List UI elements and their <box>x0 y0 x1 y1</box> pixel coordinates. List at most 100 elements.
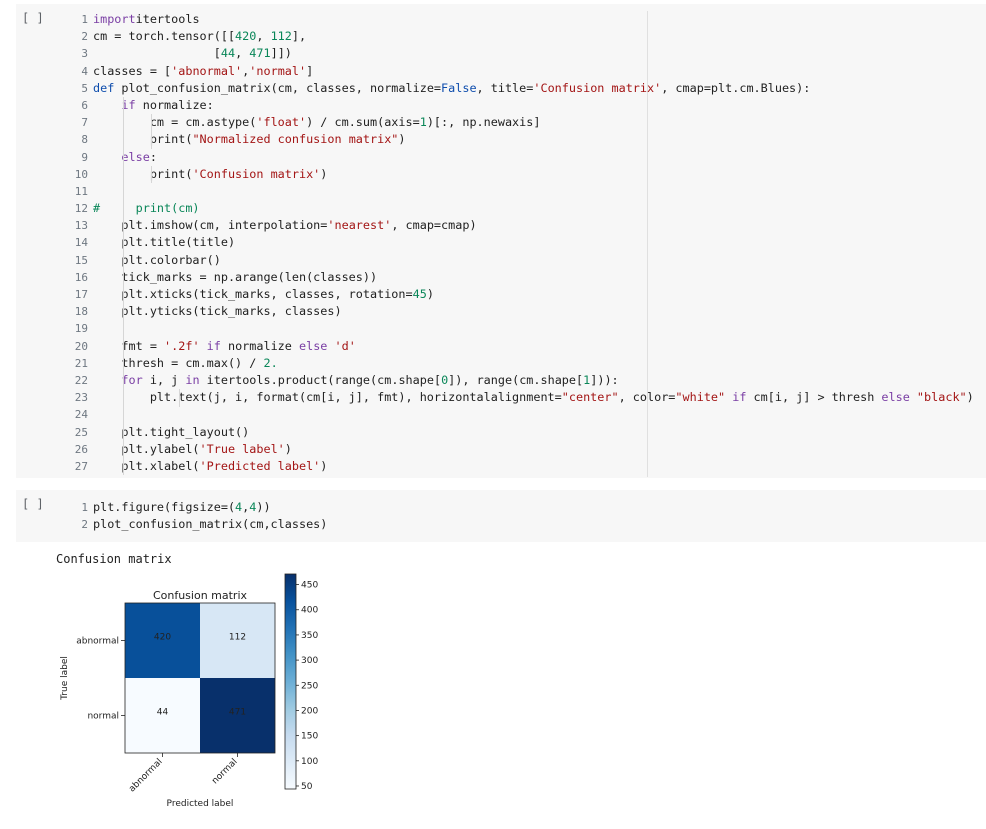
code-line: plot_confusion_matrix(cm,classes) <box>93 516 327 533</box>
code-editor[interactable]: importitertools cm = torch.tensor([[420, … <box>93 11 974 475</box>
code-token: def <box>93 80 115 95</box>
code-token: plot_confusion_matrix(cm, classes, norma… <box>114 80 442 95</box>
line-number: 5 <box>81 81 88 95</box>
line-number: 14 <box>74 236 88 250</box>
code-token: )[:, np.newaxis] <box>426 115 541 130</box>
code-token: classes = [ <box>93 63 172 78</box>
code-token: normalize: <box>135 97 214 112</box>
colorbar-tick-label: 450 <box>301 581 318 591</box>
code-token: 2. <box>263 355 278 370</box>
code-line: plt.text(j, i, format(cm[i, j], fmt), ho… <box>93 389 974 406</box>
colorbar-tick-label: 300 <box>301 656 318 666</box>
line-number: 2 <box>81 518 88 532</box>
code-token: in <box>185 372 200 387</box>
cell-value-label: 471 <box>229 708 246 718</box>
code-token: , <box>256 29 271 44</box>
code-line: def plot_confusion_matrix(cm, classes, n… <box>93 80 974 97</box>
code-token: plt.colorbar() <box>93 252 221 267</box>
chart-title: Confusion matrix <box>153 589 248 602</box>
line-number: 15 <box>74 253 88 267</box>
code-token: ]]) <box>270 46 292 61</box>
code-token: cm[i, j] > thresh <box>746 390 882 405</box>
code-token: if <box>725 390 747 405</box>
code-cell-1[interactable]: [ ] 1 2 3 4 5 6 7 8 9 10 11 12 13 14 15 16 17 18 19 20 21 22 2… <box>16 4 986 478</box>
colorbar-tick-label: 400 <box>301 606 318 616</box>
indent-guide <box>179 389 181 407</box>
line-number: 9 <box>81 150 88 164</box>
code-token: ) <box>320 458 328 473</box>
code-token: tick_marks = np.arange(len(classes)) <box>93 269 378 284</box>
code-token: 'd' <box>327 338 356 353</box>
indent-guide <box>150 165 152 183</box>
line-number: 19 <box>74 322 88 336</box>
colorbar-tick-label: 200 <box>301 706 318 716</box>
code-token: 'Confusion matrix' <box>533 80 662 95</box>
code-line: importitertools <box>93 11 974 28</box>
code-token: 'normal' <box>249 63 307 78</box>
code-editor[interactable]: plt.figure(figsize=(4,4)) plot_confusion_… <box>93 499 327 533</box>
code-line: else: <box>93 149 974 166</box>
code-token: 'Confusion matrix' <box>192 166 321 181</box>
code-token: print( <box>93 132 193 147</box>
code-token: cm = torch.tensor([[ <box>93 29 236 44</box>
line-number: 22 <box>74 373 88 387</box>
line-number: 2 <box>81 30 88 44</box>
code-cell-2[interactable]: [ ] 1 2 plt.figure(figsize=(4,4)) plot_con… <box>16 490 986 542</box>
line-number: 12 <box>74 202 88 216</box>
code-token: plt.tight_layout() <box>93 424 250 439</box>
line-number: 18 <box>74 305 88 319</box>
code-token: , color= <box>618 390 676 405</box>
code-line: plt.figure(figsize=(4,4)) <box>93 499 327 516</box>
code-token: print( <box>93 166 193 181</box>
code-token: ) <box>426 287 434 301</box>
code-token: "center" <box>561 390 619 405</box>
code-token: 'nearest' <box>327 218 392 233</box>
line-number: 1 <box>81 501 88 514</box>
line-number: 16 <box>74 270 88 284</box>
code-line: cm = cm.astype('float') / cm.sum(axis=1)… <box>93 114 974 131</box>
code-token: ] <box>306 63 314 78</box>
line-number: 8 <box>81 133 88 147</box>
line-number: 1 <box>81 13 88 26</box>
code-token: thresh = cm.max() / <box>93 355 264 370</box>
code-line: plt.title(title) <box>93 234 974 251</box>
code-token: , <box>235 46 250 61</box>
code-token: ], <box>291 29 307 44</box>
code-token: plt.ylabel( <box>93 441 200 456</box>
line-number: 3 <box>81 47 88 61</box>
code-token: False <box>441 80 477 95</box>
line-number: 23 <box>74 391 88 405</box>
run-cell-button[interactable]: [ ] <box>22 497 52 515</box>
code-token: plot_confusion_matrix(cm,classes) <box>93 517 328 532</box>
cell-value-label: 44 <box>157 708 169 718</box>
code-token: fmt = <box>93 338 165 353</box>
code-token: 'abnormal' <box>171 63 243 78</box>
colorbar-tick-label: 250 <box>301 681 318 691</box>
code-line: print('Confusion matrix') <box>93 166 974 183</box>
y-tick-label: normal <box>87 712 119 722</box>
run-cell-button[interactable]: [ ] <box>22 11 52 29</box>
code-token: plt.yticks(tick_marks, classes) <box>93 304 342 319</box>
code-token: ])): <box>590 372 619 387</box>
line-number: 24 <box>74 408 88 422</box>
code-token: normalize <box>220 338 299 353</box>
code-line: plt.imshow(cm, interpolation='nearest', … <box>93 217 974 234</box>
code-line: plt.colorbar() <box>93 252 974 269</box>
colorbar-tick-label: 350 <box>301 631 318 641</box>
code-token: ) <box>284 441 292 456</box>
code-line: for i, j in itertools.product(range(cm.s… <box>93 372 974 389</box>
code-line: plt.xticks(tick_marks, classes, rotation… <box>93 286 974 303</box>
line-number: 11 <box>74 184 88 198</box>
line-number: 27 <box>74 459 88 473</box>
code-line: classes = ['abnormal','normal'] <box>93 63 974 80</box>
code-token: ) <box>966 390 974 405</box>
code-token: 'True label' <box>199 441 285 456</box>
colorbar <box>284 573 297 790</box>
code-token: 44 <box>220 46 236 61</box>
cell-output: Confusion matrix Confusion matrix 420 112 4… <box>16 546 986 829</box>
code-token: if <box>121 97 136 112</box>
code-token: else <box>299 338 328 353</box>
